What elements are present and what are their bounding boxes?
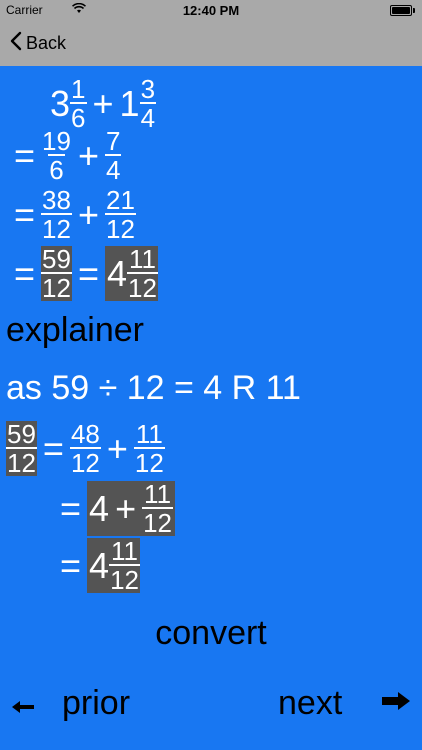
- numerator: 19: [42, 126, 71, 156]
- result-fraction: 59 12: [41, 246, 72, 301]
- whole-number: 4: [89, 544, 110, 586]
- back-label: Back: [26, 32, 67, 53]
- fraction: 3 4: [139, 74, 157, 133]
- numerator: 7: [105, 126, 121, 156]
- next-button[interactable]: next: [278, 684, 342, 723]
- denominator: 12: [104, 213, 136, 244]
- denominator: 12: [69, 447, 101, 478]
- equals-sign: =: [77, 252, 99, 294]
- numerator: 21: [105, 185, 135, 215]
- numerator: 59: [42, 244, 71, 274]
- fraction: 11 12: [142, 479, 174, 538]
- whole-plus-fraction: 4 + 11 12: [87, 479, 176, 538]
- denominator: 6: [48, 154, 65, 185]
- right-arrow-icon[interactable]: [380, 686, 412, 720]
- plus-sign: +: [77, 193, 99, 235]
- left-arrow-icon[interactable]: [10, 690, 36, 722]
- denominator: 12: [109, 564, 140, 595]
- numerator: 11: [144, 479, 172, 509]
- fraction: 11 12: [127, 246, 158, 301]
- numerator: 11: [135, 419, 163, 449]
- step-line-3: = 59 12 = 4 11 12: [14, 246, 158, 301]
- denominator: 4: [104, 154, 122, 185]
- equals-sign: =: [60, 487, 82, 529]
- denominator: 12: [133, 447, 165, 478]
- fraction: 1 6: [70, 74, 87, 133]
- denominator: 12: [41, 213, 72, 244]
- clock-time: 12:40 PM: [182, 3, 240, 18]
- numerator: 48: [70, 419, 100, 449]
- plus-sign: +: [92, 82, 114, 124]
- bottom-navigation: prior next: [0, 682, 422, 732]
- numerator: 38: [42, 185, 71, 215]
- equals-sign: =: [42, 427, 64, 469]
- plus-sign: +: [106, 427, 128, 469]
- result-mixed-number: 4 11 12: [104, 246, 158, 301]
- explainer-line-3: = 4 11 12: [54, 538, 140, 593]
- fraction: 38 12: [41, 187, 72, 242]
- explainer-line-2: = 4 + 11 12: [54, 479, 176, 538]
- problem-line: 3 1 6 + 1 3 4: [50, 74, 157, 133]
- denominator: 12: [142, 507, 174, 538]
- whole-number: 4: [89, 487, 110, 529]
- denominator: 12: [127, 272, 158, 303]
- step-line-2: = 38 12 + 21 12: [14, 187, 136, 242]
- convert-button[interactable]: convert: [0, 614, 422, 653]
- fraction: 19 6: [41, 128, 72, 183]
- fraction: 11 12: [109, 538, 140, 593]
- equals-sign: =: [14, 193, 36, 235]
- numerator: 59: [7, 419, 36, 449]
- numerator: 1: [71, 74, 86, 104]
- denominator: 6: [70, 102, 87, 133]
- numerator: 3: [140, 74, 156, 104]
- plus-sign: +: [115, 487, 137, 529]
- plus-sign: +: [77, 134, 99, 176]
- step-line-1: = 19 6 + 7 4: [14, 126, 122, 185]
- fraction: 21 12: [104, 185, 136, 244]
- whole-number: 3: [50, 82, 71, 124]
- back-button[interactable]: Back: [10, 31, 66, 55]
- prior-button[interactable]: prior: [62, 684, 130, 723]
- improper-fraction: 59 12: [6, 421, 37, 476]
- denominator: 12: [6, 447, 37, 478]
- whole-number: 4: [106, 252, 128, 294]
- mixed-number: 4 11 12: [87, 538, 140, 593]
- division-explanation: as 59 ÷ 12 = 4 R 11: [6, 369, 301, 407]
- numerator: 11: [128, 244, 156, 274]
- worked-solution: 3 1 6 + 1 3 4 = 19 6 + 7 4 = 38 12 + 21 …: [0, 66, 422, 750]
- fraction: 11 12: [133, 419, 165, 478]
- status-bar: Carrier 12:40 PM: [0, 0, 422, 20]
- chevron-left-icon: [10, 31, 26, 56]
- battery-icon: [390, 5, 415, 16]
- denominator: 4: [139, 102, 157, 133]
- explainer-heading: explainer: [6, 311, 144, 349]
- explainer-line-1: 59 12 = 48 12 + 11 12: [6, 421, 165, 476]
- equals-sign: =: [14, 134, 36, 176]
- fraction: 48 12: [69, 419, 101, 478]
- denominator: 12: [41, 272, 72, 303]
- navigation-bar: Back: [0, 20, 422, 66]
- fraction: 7 4: [104, 126, 122, 185]
- whole-number: 1: [119, 82, 140, 124]
- equals-sign: =: [14, 252, 36, 294]
- equals-sign: =: [60, 544, 82, 586]
- numerator: 11: [111, 536, 139, 566]
